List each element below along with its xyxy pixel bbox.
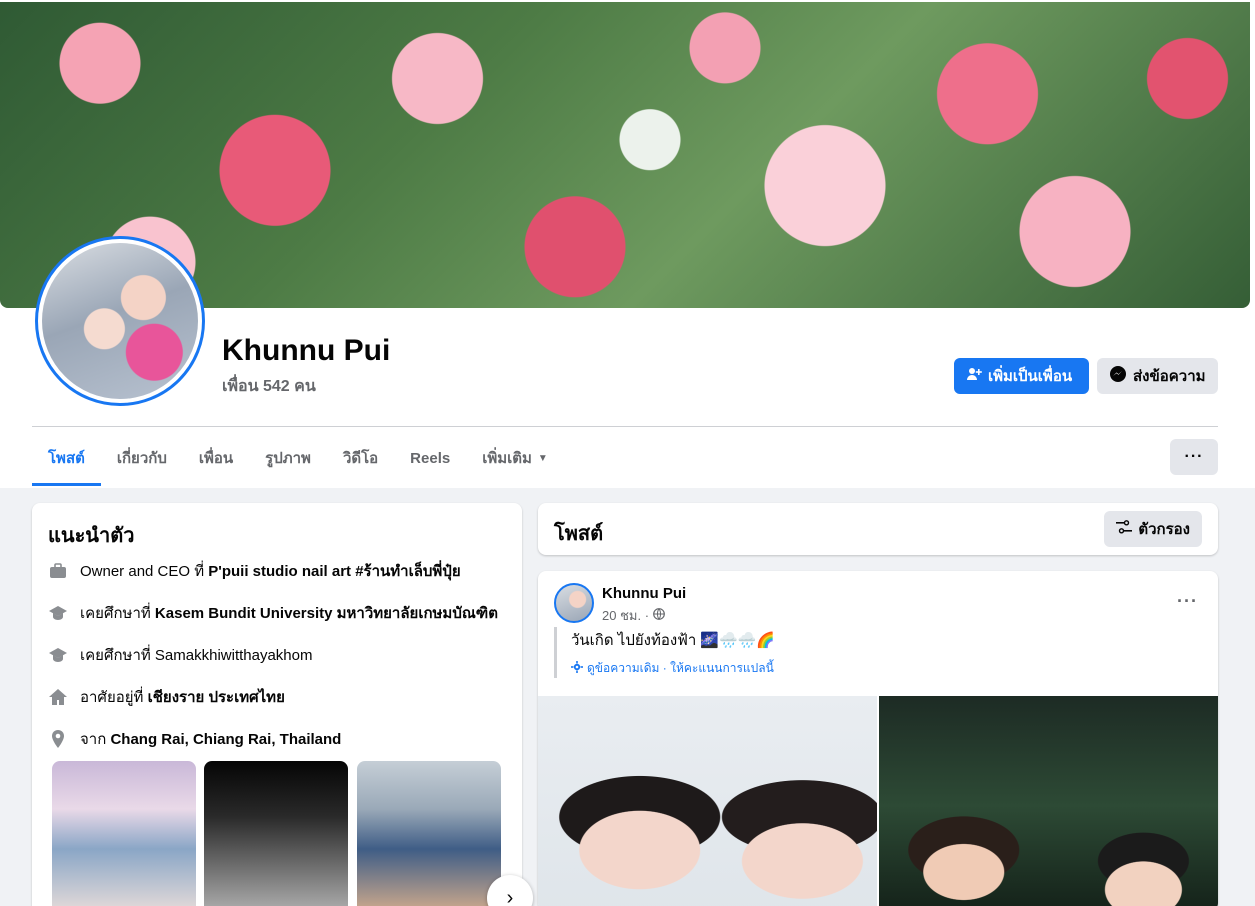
- cover-photo[interactable]: [0, 2, 1250, 308]
- add-friend-icon: [966, 366, 982, 386]
- post-timestamp[interactable]: 20 ชม. ·: [602, 605, 649, 626]
- post-card: Khunnu Pui 20 ชม. · ··· วันเกิด ไปยังท้อ…: [538, 571, 1218, 906]
- intro-item-school: เคยศึกษาที่ Samakkhiwitthayakhom: [48, 643, 313, 667]
- filter-button[interactable]: ตัวกรอง: [1104, 511, 1202, 547]
- post-author-name[interactable]: Khunnu Pui: [602, 585, 686, 602]
- messenger-icon: [1109, 365, 1127, 387]
- tab-reels[interactable]: Reels: [394, 430, 466, 486]
- post-text: วันเกิด ไปยังท้องฟ้า 🌌🌧️🌧️🌈: [571, 632, 776, 649]
- friends-count[interactable]: เพื่อน 542 คน: [222, 374, 316, 399]
- tab-label: รูปภาพ: [265, 450, 311, 467]
- profile-name: Khunnu Pui: [222, 334, 391, 367]
- tab-label: Reels: [410, 449, 451, 467]
- tab-label: เพิ่มเติม: [482, 450, 532, 467]
- globe-icon: [653, 608, 665, 623]
- home-icon: [48, 687, 68, 707]
- briefcase-icon: [48, 561, 68, 581]
- post-options-button[interactable]: ···: [1177, 591, 1198, 612]
- intro-item-text: Owner and CEO ที่ P'puii studio nail art…: [80, 563, 461, 580]
- profile-header: Khunnu Pui เพื่อน 542 คน เพิ่มเป็นเพื่อน…: [0, 0, 1255, 488]
- featured-photo[interactable]: [204, 761, 348, 906]
- tab-videos[interactable]: วิดีโอ: [327, 430, 394, 486]
- ellipsis-icon: ···: [1184, 448, 1204, 465]
- post-author-avatar[interactable]: [554, 583, 594, 623]
- message-label: ส่งข้อความ: [1133, 368, 1206, 385]
- tab-label: โพสต์: [48, 450, 85, 467]
- more-options-button[interactable]: ···: [1170, 439, 1218, 475]
- location-pin-icon: [48, 729, 68, 749]
- caret-down-icon: ▼: [537, 452, 548, 464]
- tab-label: วิดีโอ: [342, 450, 379, 467]
- intro-item-text: อาศัยอยู่ที่ เชียงราย ประเทศไทย: [80, 689, 285, 706]
- header-divider: [32, 426, 1218, 427]
- add-friend-button[interactable]: เพิ่มเป็นเพื่อน: [954, 358, 1089, 394]
- workplace-link[interactable]: P'puii studio nail art #ร้านทำเล็บพี่ปุ๋…: [208, 563, 460, 580]
- gear-icon: [571, 661, 583, 676]
- add-friend-label: เพิ่มเป็นเพื่อน: [988, 368, 1073, 385]
- tab-about[interactable]: เกี่ยวกับ: [101, 430, 183, 486]
- posts-title: โพสต์: [554, 523, 604, 545]
- translation-text: ดูข้อความเดิม · ให้คะแนนการแปลนี้: [587, 661, 774, 675]
- intro-item-text: จาก Chang Rai, Chiang Rai, Thailand: [80, 731, 342, 748]
- intro-item-text: เคยศึกษาที่ Samakkhiwitthayakhom: [80, 647, 313, 664]
- tab-label: เพื่อน: [198, 450, 234, 467]
- intro-item-education: เคยศึกษาที่ Kasem Bundit University มหาว…: [48, 601, 498, 625]
- university-link[interactable]: Kasem Bundit University มหาวิทยาลัยเกษมบ…: [155, 605, 498, 622]
- tab-label: เกี่ยวกับ: [116, 450, 167, 467]
- message-button[interactable]: ส่งข้อความ: [1097, 358, 1218, 394]
- graduation-cap-icon: [48, 603, 68, 623]
- tab-posts[interactable]: โพสต์: [32, 430, 101, 486]
- avatar-image: [42, 243, 198, 399]
- filter-label: ตัวกรอง: [1138, 521, 1190, 538]
- filter-icon: [1116, 520, 1133, 538]
- profile-tabs: โพสต์ เกี่ยวกับ เพื่อน รูปภาพ วิดีโอ Ree…: [32, 430, 564, 486]
- translation-link[interactable]: ดูข้อความเดิม · ให้คะแนนการแปลนี้: [571, 659, 854, 678]
- profile-avatar[interactable]: [35, 236, 205, 406]
- intro-item-text: เคยศึกษาที่ Kasem Bundit University มหาว…: [80, 605, 498, 622]
- intro-item-work: Owner and CEO ที่ P'puii studio nail art…: [48, 559, 461, 583]
- posts-header-card: โพสต์ ตัวกรอง: [538, 503, 1218, 555]
- intro-item-from: จาก Chang Rai, Chiang Rai, Thailand: [48, 727, 341, 751]
- featured-photo[interactable]: [52, 761, 196, 906]
- tab-photos[interactable]: รูปภาพ: [249, 430, 327, 486]
- featured-photo[interactable]: [357, 761, 501, 906]
- post-photo[interactable]: [538, 696, 877, 906]
- ellipsis-icon: ···: [1177, 591, 1198, 611]
- post-meta: 20 ชม. ·: [602, 605, 665, 626]
- hometown-link[interactable]: Chang Rai, Chiang Rai, Thailand: [110, 731, 341, 748]
- graduation-cap-icon: [48, 645, 68, 665]
- current-city-link[interactable]: เชียงราย ประเทศไทย: [148, 689, 285, 706]
- post-photo[interactable]: [879, 696, 1218, 906]
- post-body: วันเกิด ไปยังท้องฟ้า 🌌🌧️🌧️🌈 ดูข้อความเดิ…: [554, 627, 854, 678]
- intro-title: แนะนำตัว: [48, 525, 135, 547]
- tab-more[interactable]: เพิ่มเติม ▼: [466, 430, 564, 486]
- tab-friends[interactable]: เพื่อน: [183, 430, 249, 486]
- intro-item-lives: อาศัยอยู่ที่ เชียงราย ประเทศไทย: [48, 685, 285, 709]
- chevron-right-icon: ›: [506, 886, 514, 906]
